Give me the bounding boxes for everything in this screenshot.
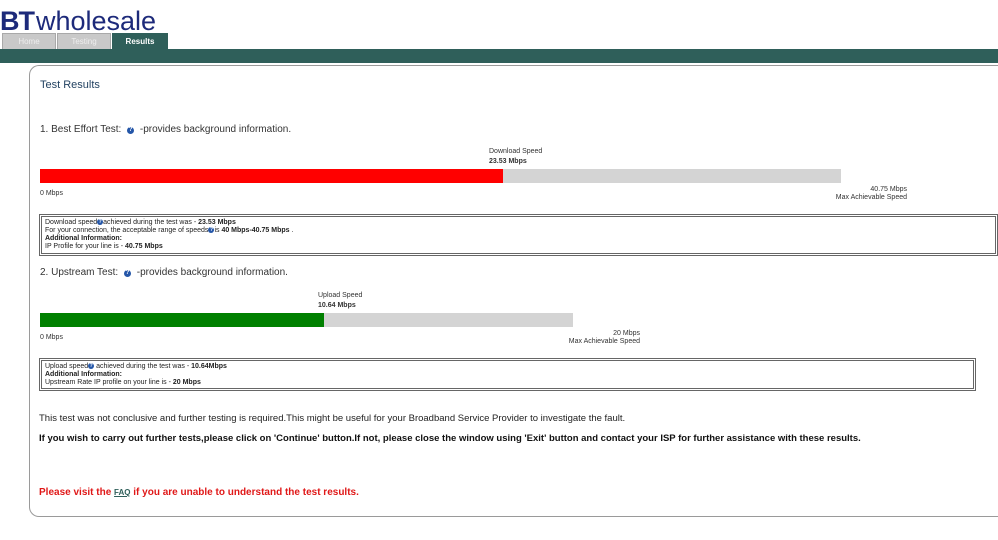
download-info-box: Download speed?achieved during the test … [39,214,998,256]
faq-suffix: if you are unable to understand the test… [130,487,359,498]
help-icon[interactable]: ? [127,127,135,134]
faq-link[interactable]: FAQ [114,488,130,497]
download-min-label: 0 Mbps [40,190,63,197]
download-max-caption: Max Achievable Speed [835,194,907,201]
acceptable-range-value: 40 Mbps-40.75 Mbps [221,227,290,234]
upload-info-text: achieved during the test was - [94,363,192,370]
upload-max-label: 20 Mbps Max Achievable Speed [569,330,640,346]
download-info-text: achieved during the test was - [103,219,199,226]
download-info-value: 23.53 Mbps [198,219,236,226]
upload-min-label: 0 Mbps [40,334,63,341]
acceptable-range-label: For your connection, the acceptable rang… [45,227,209,234]
download-max-value: 40.75 Mbps [870,186,907,193]
logo-bt-text: BT [0,6,35,36]
acceptable-range-suffix: . [289,227,294,234]
upload-max-caption: Max Achievable Speed [568,338,640,345]
header-bar [0,49,998,63]
upload-max-value: 20 Mbps [613,330,640,337]
upload-speed-fill [40,313,324,327]
download-speed-value: 23.53 Mbps [489,158,527,165]
upload-heading-suffix: -provides background information. [133,267,288,278]
bt-wholesale-logo: BTwholesale [0,6,156,36]
download-heading-prefix: 1. Best Effort Test: [40,124,125,135]
upstream-profile-label: Upstream Rate IP profile on your line is… [45,379,173,386]
download-heading-suffix: -provides background information. [137,124,292,135]
upload-speed-caption: Upload Speed 10.64 Mbps [318,291,362,311]
upload-speed-value: 10.64 Mbps [318,302,356,309]
upload-info-label: Upload speed [45,363,89,370]
upload-info-box: Upload speed? achieved during the test w… [39,358,976,391]
ip-profile-value: 40.75 Mbps [125,243,163,250]
download-info-label: Download speed [45,219,98,226]
upload-heading-prefix: 2. Upstream Test: [40,267,121,278]
upload-info-value: 10.64Mbps [191,363,227,370]
logo-wholesale-text: wholesale [36,6,157,36]
download-speed-fill [40,169,503,183]
tab-home[interactable]: Home [2,33,56,50]
faq-prefix: Please visit the [39,487,115,498]
page-title: Test Results [40,79,100,91]
upload-additional-info-heading: Additional Information: [45,371,122,378]
upload-test-heading: 2. Upstream Test: ? -provides background… [40,267,288,278]
upload-speed-label: Upload Speed [318,292,363,299]
upstream-profile-value: 20 Mbps [172,379,201,386]
upload-speed-bar [40,313,573,327]
download-speed-caption: Download Speed 23.53 Mbps [489,147,542,167]
faq-note: Please visit the FAQ if you are unable t… [39,487,359,498]
ip-profile-label: IP Profile for your line is - [45,243,126,250]
download-speed-label: Download Speed [489,148,543,155]
further-tests-note: If you wish to carry out further tests,p… [39,433,861,444]
tab-testing[interactable]: Testing [57,33,111,50]
help-icon[interactable]: ? [123,270,131,277]
download-max-label: 40.75 Mbps Max Achievable Speed [836,186,907,202]
additional-info-heading: Additional Information: [45,235,122,242]
inconclusive-note: This test was not conclusive and further… [39,413,626,424]
download-test-heading: 1. Best Effort Test: ? -provides backgro… [40,124,291,135]
download-speed-bar [40,169,841,183]
